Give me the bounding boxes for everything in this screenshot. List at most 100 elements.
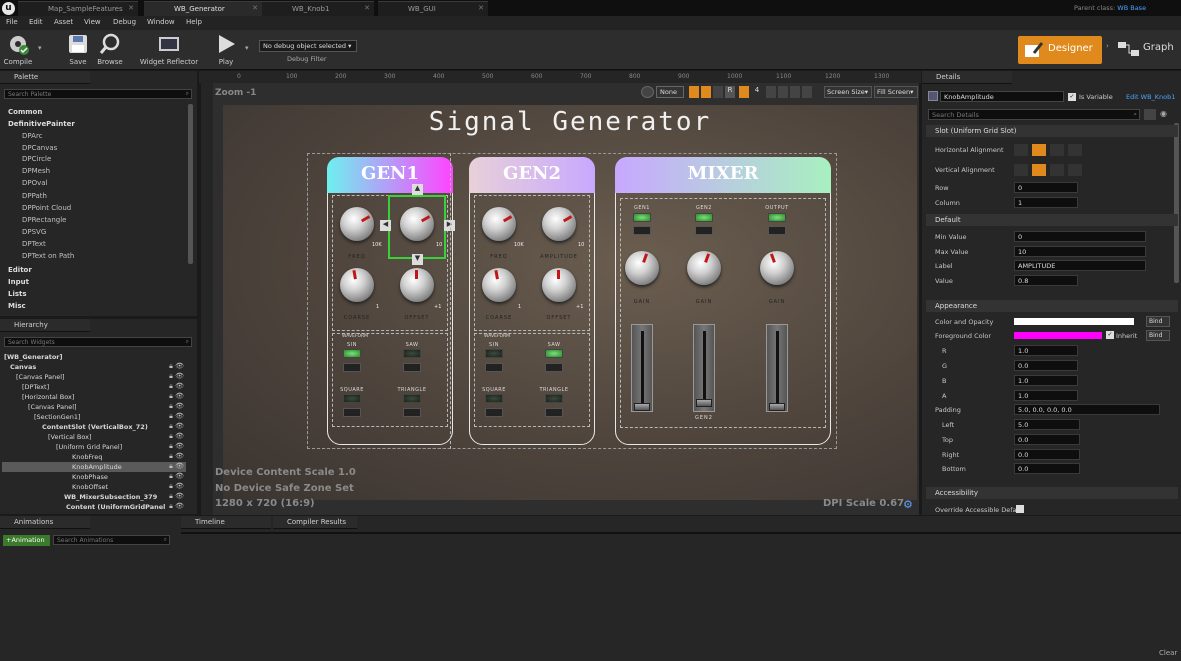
row-input[interactable]: 0 [1014, 182, 1078, 193]
visibility-icon[interactable]: 🔒︎ 👁︎ [169, 402, 184, 411]
align-left-icon[interactable] [1014, 144, 1028, 156]
palette-item[interactable]: DPCircle [2, 153, 190, 165]
parent-class-value[interactable]: WB Base [1117, 4, 1146, 12]
padding-input[interactable]: 5.0, 0.0, 0.0, 0.0 [1014, 404, 1160, 415]
padding-part-input[interactable]: 0.0 [1014, 463, 1080, 474]
grid-size-value[interactable]: 4 [752, 86, 762, 98]
value-input[interactable]: 0.8 [1014, 275, 1078, 286]
palette-search-input[interactable]: Search Palette ⌕ [4, 89, 192, 99]
widget-reflector-button[interactable]: Widget Reflector [139, 32, 199, 66]
details-search-input[interactable]: Search Details ⌕ [928, 109, 1140, 120]
compile-button[interactable]: Compile [2, 32, 34, 66]
visibility-icon[interactable]: 🔒︎ 👁︎ [169, 392, 184, 401]
eye-icon[interactable]: ◉ [1160, 109, 1167, 118]
visibility-icon[interactable]: 🔒︎ 👁︎ [169, 462, 184, 471]
palette-item[interactable]: DPMesh [2, 165, 190, 177]
slot-section-header[interactable]: Slot (Uniform Grid Slot) [926, 125, 1178, 137]
hierarchy-item[interactable]: KnobOffset 🔒︎ 👁︎ [2, 482, 186, 492]
padding-part-input[interactable]: 0.0 [1014, 434, 1080, 445]
menu-debug[interactable]: Debug [113, 18, 136, 26]
browse-button[interactable]: Browse [95, 32, 125, 66]
close-icon[interactable]: ✕ [252, 4, 258, 12]
hierarchy-item[interactable]: KnobFreq 🔒︎ 👁︎ [2, 452, 186, 462]
screen-size-dropdown[interactable]: Screen Size▾ [824, 86, 872, 98]
design-title[interactable]: Signal Generator [223, 105, 917, 137]
align-bottom-icon[interactable] [1050, 164, 1064, 176]
hierarchy-item[interactable]: Content (UniformGridPanel 🔒︎ 👁︎ [2, 502, 186, 512]
menu-view[interactable]: View [84, 18, 101, 26]
animations-tab[interactable]: Animations [0, 516, 90, 529]
save-button[interactable]: Save [64, 32, 92, 66]
close-icon[interactable]: ✕ [128, 4, 134, 12]
override-accessible-checkbox[interactable] [1016, 505, 1024, 513]
color-channel-input[interactable]: 1.0 [1014, 390, 1078, 401]
palette-category[interactable]: Lists [2, 288, 190, 300]
visibility-icon[interactable]: 🔒︎ 👁︎ [169, 362, 184, 371]
palette-item[interactable]: DPText on Path [2, 250, 190, 262]
widget-name-input[interactable]: KnobAmplitude [940, 91, 1064, 102]
color-channel-input[interactable]: 1.0 [1014, 345, 1078, 356]
respect-locks-button[interactable]: R [725, 86, 735, 98]
lock-icon[interactable] [701, 86, 711, 98]
debug-object-dropdown[interactable]: No debug object selected ▾ [259, 40, 357, 52]
tab-wb-gui[interactable]: WB_GUI ✕ [378, 1, 488, 16]
grid-snap-icon[interactable] [739, 86, 749, 98]
label-input[interactable]: AMPLITUDE [1014, 260, 1146, 271]
appearance-section-header[interactable]: Appearance [926, 300, 1178, 312]
padding-part-input[interactable]: 0.0 [1014, 449, 1080, 460]
play-button[interactable]: Play [210, 32, 242, 66]
palette-category[interactable]: Editor [2, 264, 190, 276]
align-fill-icon[interactable] [1068, 144, 1082, 156]
property-matrix-icon[interactable] [1144, 109, 1156, 120]
color-channel-input[interactable]: 1.0 [1014, 375, 1078, 386]
fill-screen-dropdown[interactable]: Fill Screen▾ [874, 86, 918, 98]
visibility-icon[interactable]: 🔒︎ 👁︎ [169, 452, 184, 461]
hierarchy-item[interactable]: [Horizontal Box] 🔒︎ 👁︎ [2, 392, 186, 402]
clear-button[interactable]: Clear [1159, 649, 1177, 657]
hierarchy-item[interactable]: [Canvas Panel] 🔒︎ 👁︎ [2, 402, 186, 412]
hierarchy-item[interactable]: KnobPhase 🔒︎ 👁︎ [2, 472, 186, 482]
visibility-icon[interactable]: 🔒︎ 👁︎ [169, 442, 184, 451]
hierarchy-item[interactable]: Canvas 🔒︎ 👁︎ [2, 362, 186, 372]
align-right-icon[interactable] [1050, 144, 1064, 156]
hierarchy-item[interactable]: WB_MixerSubsection_379 🔒︎ 👁︎ [2, 492, 186, 502]
menu-file[interactable]: File [6, 18, 18, 26]
snap-toggle-icon[interactable] [689, 86, 699, 98]
palette-item[interactable]: DPOval [2, 177, 190, 189]
designer-canvas[interactable]: Zoom -1 None R 4 Screen Size▾ Fill Scree… [201, 83, 919, 515]
hierarchy-item[interactable]: [SectionGen1] 🔒︎ 👁︎ [2, 412, 186, 422]
hierarchy-search-input[interactable]: Search Widgets ⌕ [4, 337, 192, 347]
menu-help[interactable]: Help [186, 18, 202, 26]
visibility-icon[interactable]: 🔒︎ 👁︎ [169, 412, 184, 421]
palette-category[interactable]: Input [2, 276, 190, 288]
visibility-icon[interactable]: 🔒︎ 👁︎ [169, 432, 184, 441]
animations-search-input[interactable]: Search Animations ⌕ [53, 535, 170, 545]
max-value-input[interactable]: 10 [1014, 246, 1146, 257]
palette-category[interactable]: Misc [2, 300, 190, 312]
hierarchy-item[interactable]: [Canvas Panel] 🔒︎ 👁︎ [2, 372, 186, 382]
close-icon[interactable]: ✕ [364, 4, 370, 12]
palette-item[interactable]: DPText [2, 238, 190, 250]
menu-edit[interactable]: Edit [29, 18, 43, 26]
visibility-icon[interactable]: 🔒︎ 👁︎ [169, 502, 184, 511]
hierarchy-item[interactable]: [DPText] 🔒︎ 👁︎ [2, 382, 186, 392]
play-options-icon[interactable]: ▾ [245, 44, 249, 52]
hierarchy-item[interactable]: [Uniform Grid Panel] 🔒︎ 👁︎ [2, 442, 186, 452]
palette-item[interactable]: DPArc [2, 130, 190, 142]
foreground-color-swatch[interactable] [1014, 332, 1102, 339]
bind-button[interactable]: Bind [1146, 316, 1170, 327]
visibility-icon[interactable]: 🔒︎ 👁︎ [169, 372, 184, 381]
device-icon[interactable] [802, 86, 812, 98]
none-button[interactable]: None [656, 86, 684, 98]
preview-icon[interactable] [766, 86, 776, 98]
visibility-icon[interactable]: 🔒︎ 👁︎ [169, 482, 184, 491]
align-vfill-icon[interactable] [1068, 164, 1082, 176]
timeline-tab[interactable]: Timeline [181, 516, 271, 529]
visibility-icon[interactable]: 🔒︎ 👁︎ [169, 422, 184, 431]
visibility-icon[interactable]: 🔒︎ 👁︎ [169, 382, 184, 391]
flip-icon[interactable] [778, 86, 788, 98]
globe-icon[interactable] [641, 86, 654, 98]
close-icon[interactable]: ✕ [478, 4, 484, 12]
compiler-results-tab[interactable]: Compiler Results [273, 516, 357, 529]
widget-design-surface[interactable]: Signal Generator GEN1 FREQ 10K 10 ▲ ◀ ▶ … [223, 105, 917, 500]
